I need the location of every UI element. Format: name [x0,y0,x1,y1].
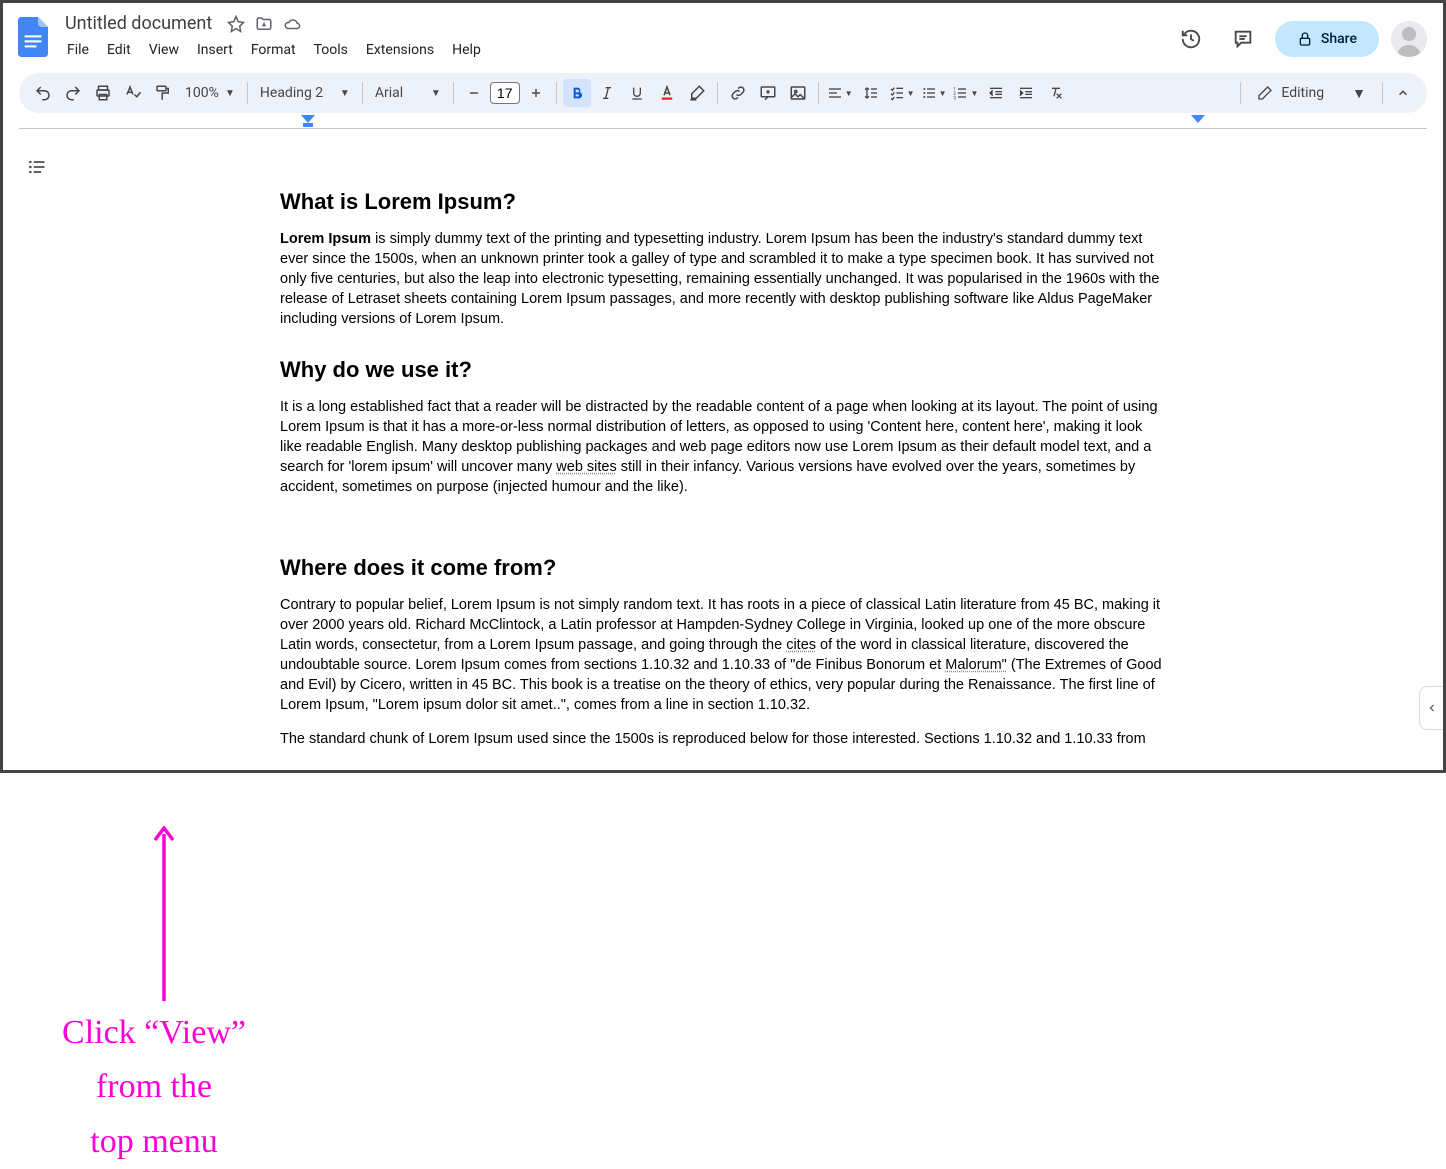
titlebar: Untitled document File Edit View Insert … [3,3,1443,67]
separator [818,82,819,104]
font-dropdown[interactable]: Arial▼ [369,79,447,107]
menu-help[interactable]: Help [444,38,489,62]
left-indent-marker[interactable] [301,115,315,129]
redo-button[interactable] [59,79,87,107]
menu-file[interactable]: File [59,38,97,62]
undo-button[interactable] [29,79,57,107]
collapse-toolbar-button[interactable] [1389,79,1417,107]
decrease-indent-button[interactable] [982,79,1010,107]
menu-tools[interactable]: Tools [306,38,356,62]
avatar[interactable] [1391,21,1427,57]
paragraph[interactable]: Lorem Ipsum is simply dummy text of the … [280,229,1166,329]
share-label: Share [1321,31,1357,47]
history-icon[interactable] [1171,19,1211,59]
bold-button[interactable] [563,79,591,107]
zoom-dropdown[interactable]: 100%▼ [179,79,241,107]
increase-font-size-button[interactable] [522,79,550,107]
italic-button[interactable] [593,79,621,107]
align-button[interactable]: ▼ [825,79,855,107]
annotation-line: Click “View” [39,1006,269,1060]
decrease-font-size-button[interactable] [460,79,488,107]
heading[interactable]: Why do we use it? [280,357,1166,383]
bulleted-list-button[interactable]: ▼ [919,79,949,107]
comments-icon[interactable] [1223,19,1263,59]
right-indent-marker[interactable] [1191,115,1205,129]
paragraph[interactable]: The standard chunk of Lorem Ipsum used s… [280,729,1166,749]
separator [362,82,363,104]
document-canvas[interactable]: What is Lorem Ipsum? Lorem Ipsum is simp… [3,129,1443,770]
increase-indent-button[interactable] [1012,79,1040,107]
toolbar: 100%▼ Heading 2▼ Arial▼ ▼ ▼ ▼ 123▼ [19,73,1427,113]
menu-edit[interactable]: Edit [99,38,139,62]
annotation-line: top menu [39,1115,269,1169]
separator [556,82,557,104]
spellcheck-button[interactable] [119,79,147,107]
pencil-icon [1257,85,1273,101]
paragraph[interactable]: Contrary to popular belief, Lorem Ipsum … [280,595,1166,715]
show-outline-button[interactable] [19,149,55,185]
insert-comment-button[interactable] [754,79,782,107]
separator [1240,82,1241,104]
docs-logo-icon[interactable] [15,11,51,59]
menu-insert[interactable]: Insert [189,38,241,62]
show-side-panel-button[interactable] [1419,686,1443,730]
cloud-status-icon[interactable] [282,14,302,34]
text-color-button[interactable] [653,79,681,107]
editing-mode-dropdown[interactable]: Editing ▼ [1247,79,1376,107]
lock-icon [1297,31,1313,47]
heading[interactable]: What is Lorem Ipsum? [280,189,1166,215]
clear-formatting-button[interactable] [1042,79,1070,107]
checklist-button[interactable]: ▼ [887,79,917,107]
separator [717,82,718,104]
document-title[interactable]: Untitled document [59,11,218,36]
separator [247,82,248,104]
menu-bar: File Edit View Insert Format Tools Exten… [59,38,1163,62]
paragraph-style-dropdown[interactable]: Heading 2▼ [254,79,356,107]
page-content: What is Lorem Ipsum? Lorem Ipsum is simp… [280,189,1166,770]
print-button[interactable] [89,79,117,107]
share-button[interactable]: Share [1275,21,1379,57]
separator [1382,82,1383,104]
separator [453,82,454,104]
line-spacing-button[interactable] [857,79,885,107]
heading[interactable]: Where does it come from? [280,555,1166,581]
font-size-input[interactable] [490,82,520,104]
underline-button[interactable] [623,79,651,107]
highlight-color-button[interactable] [683,79,711,107]
menu-extensions[interactable]: Extensions [358,38,442,62]
annotation-line: from the [39,1060,269,1114]
insert-image-button[interactable] [784,79,812,107]
paint-format-button[interactable] [149,79,177,107]
insert-link-button[interactable] [724,79,752,107]
paragraph[interactable]: It is a long established fact that a rea… [280,397,1166,497]
move-folder-icon[interactable] [254,14,274,34]
numbered-list-button[interactable]: 123▼ [950,79,980,107]
ruler[interactable] [19,113,1427,129]
menu-view[interactable]: View [141,38,187,62]
svg-text:3: 3 [954,96,957,101]
star-icon[interactable] [226,14,246,34]
menu-format[interactable]: Format [243,38,304,62]
